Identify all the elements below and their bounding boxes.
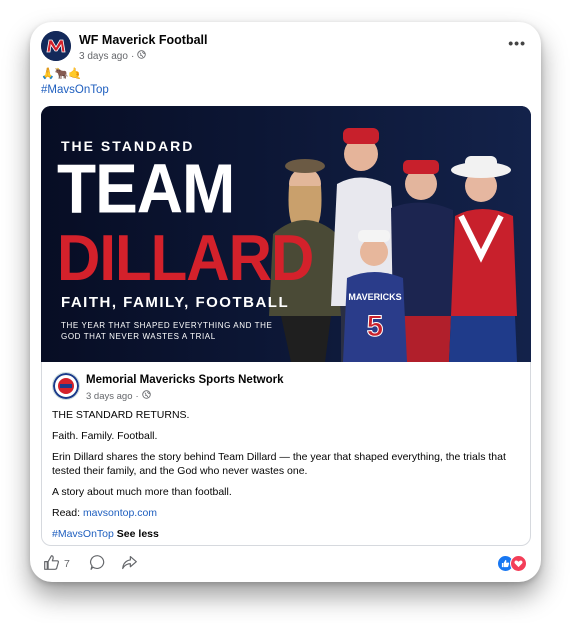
- read-link[interactable]: mavsontop.com: [83, 507, 157, 519]
- shared-p1: THE STANDARD RETURNS.: [52, 409, 190, 421]
- shared-meta: 3 days ago ·: [86, 390, 151, 402]
- see-less-button[interactable]: See less: [117, 528, 159, 540]
- page-name[interactable]: WF Maverick Football: [79, 33, 208, 47]
- shared-body: THE STANDARD RETURNS. Faith. Family. Foo…: [52, 408, 522, 548]
- shared-time[interactable]: 3 days ago: [86, 391, 132, 402]
- graphic-line4: FAITH, FAMILY, FOOTBALL: [61, 294, 290, 311]
- reactions-summary[interactable]: [497, 555, 527, 572]
- like-count: 7: [64, 558, 70, 570]
- shared-meta-separator: ·: [135, 390, 139, 402]
- post-hashtag[interactable]: #MavsOnTop: [41, 84, 109, 96]
- graphic-line2: TEAM: [57, 149, 235, 228]
- like-button[interactable]: 7: [43, 554, 70, 574]
- post-emojis: 🙏🐂🤙: [41, 68, 83, 80]
- read-label: Read:: [52, 507, 83, 519]
- post-actions: 7: [43, 552, 531, 576]
- graphic-line3: DILLARD: [57, 221, 314, 295]
- shared-page-name[interactable]: Memorial Mavericks Sports Network: [86, 374, 284, 386]
- shared-p2: Faith. Family. Football.: [52, 430, 158, 442]
- post-image[interactable]: MAVERICKS 5 THE STANDARD TEAM DILLARD FA…: [41, 106, 531, 362]
- comment-button[interactable]: [89, 554, 106, 574]
- shared-read-line: Read: mavsontop.com: [52, 506, 522, 520]
- shared-p4: A story about much more than football.: [52, 486, 232, 498]
- share-icon: [121, 554, 138, 574]
- shared-hashtag[interactable]: #MavsOnTop: [52, 528, 114, 540]
- jersey-text: MAVERICKS: [348, 292, 401, 302]
- post-meta: 3 days ago ·: [79, 50, 147, 62]
- post-card: WF Maverick Football 3 days ago · ••• 🙏🐂…: [30, 22, 541, 582]
- shared-p3: Erin Dillard shares the story behind Tea…: [52, 451, 506, 477]
- share-button[interactable]: [121, 554, 138, 574]
- post-header: WF Maverick Football 3 days ago · •••: [41, 31, 530, 71]
- shared-tags-line: #MavsOnTop See less: [52, 527, 522, 541]
- more-options-icon[interactable]: •••: [508, 35, 526, 51]
- comment-icon: [89, 554, 106, 574]
- globe-icon: [137, 50, 147, 62]
- love-reaction-icon: [510, 555, 527, 572]
- shared-page-avatar[interactable]: [52, 372, 80, 400]
- graphic-line5: THE YEAR THAT SHAPED EVERYTHING AND THE …: [61, 321, 273, 341]
- shared-post: Memorial Mavericks Sports Network 3 days…: [41, 362, 531, 546]
- page-avatar[interactable]: [41, 31, 71, 61]
- meta-separator: ·: [130, 50, 135, 62]
- jersey-number: 5: [367, 310, 384, 343]
- post-time[interactable]: 3 days ago: [79, 51, 128, 62]
- thumbs-up-icon: [43, 554, 60, 574]
- globe-icon: [141, 390, 151, 402]
